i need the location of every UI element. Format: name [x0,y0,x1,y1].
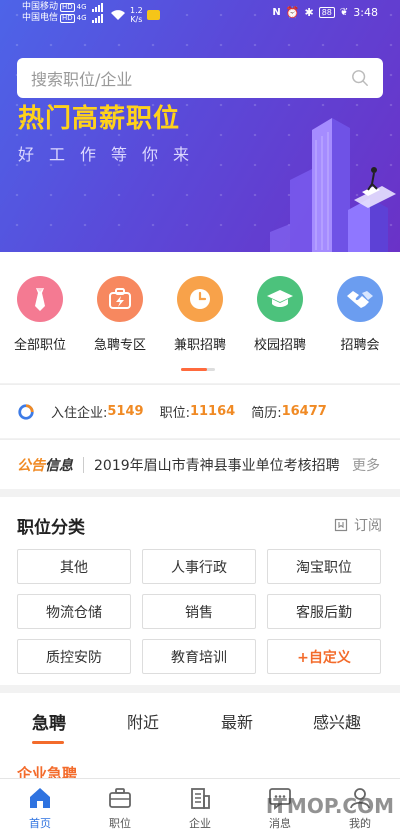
stats-bar: 入住企业: 5149 职位: 11164 简历: 16477 [0,384,400,438]
graduation-cap-icon [257,276,303,322]
job-category-item[interactable]: 客服后勤 [267,594,381,629]
briefcase-bolt-icon [97,276,143,322]
tab-urgent[interactable]: 急聘 [32,709,66,734]
custom-category-button[interactable]: +自定义 [267,639,381,674]
job-category-item[interactable]: 其他 [17,549,131,584]
notice-divider [83,456,84,473]
job-category-item[interactable]: 淘宝职位 [267,549,381,584]
tie-icon [17,276,63,322]
wifi-icon [111,10,125,20]
carrier-1: 中国移动 [22,2,59,12]
battery-icon: 88 [318,7,335,18]
category-urgent[interactable]: 急聘专区 [80,276,160,353]
category-part-time[interactable]: 兼职招聘 [160,276,240,353]
nav-label: 职位 [109,817,131,830]
stats-ring-icon [18,403,34,420]
net-speed-value: 1.2 [130,6,143,15]
clock-icon [177,276,223,322]
carrier-2: 中国电信 [22,13,59,23]
job-category-title: 职位分类 [17,518,85,538]
tab-nearby[interactable]: 附近 [127,709,159,733]
category-row: 全部职位 急聘专区 兼职招聘 校园招聘 招聘会 [0,252,400,383]
category-job-fair[interactable]: 招聘会 [320,276,400,353]
net-speed-unit: K/s [130,15,143,24]
notice-more-link[interactable]: 更多 [352,455,380,475]
watermark: ITMOP.COM [265,794,394,818]
alarm-icon: ⏰ [285,6,300,19]
status-bar: 中国移动 HD 4G 中国电信 HD 4G 1.2 K/s N ⏰ ✱ 88 ❦… [0,0,400,28]
hd-badge: HD [60,3,75,12]
nav-jobs[interactable]: 职位 [90,785,150,831]
job-category-item[interactable]: 人事行政 [142,549,256,584]
network-type: 4G [76,3,87,11]
subscribe-button[interactable]: 订阅 [334,515,382,535]
net-speed: 1.2 K/s [130,6,143,24]
network-type-2: 4G [76,14,87,22]
search-icon[interactable] [351,69,369,87]
job-tabs: 急聘 附近 最新 感兴趣 企业急聘 [0,693,400,783]
clock: 3:48 [353,6,378,19]
subscribe-label: 订阅 [354,518,382,534]
resume-count: 16477 [281,404,327,419]
nav-label: 企业 [189,817,211,830]
hd-badge-2: HD [60,14,75,23]
job-label: 职位: [159,406,190,421]
notification-icon [146,10,160,20]
search-input[interactable]: 搜索职位/企业 [31,66,351,90]
banner-subline: 好工作等你来 [18,145,205,164]
nav-label: 首页 [29,817,51,830]
job-category-item[interactable]: 销售 [142,594,256,629]
briefcase-icon [109,788,131,808]
network-info: 1.2 K/s [110,6,160,24]
nfc-icon: N [272,7,281,18]
carrier-info: 中国移动 HD 4G 中国电信 HD 4G [22,2,103,24]
handshake-icon [337,276,383,322]
job-category-item[interactable]: 质控安防 [17,639,131,674]
signal-icon [91,3,103,12]
home-icon [30,788,50,808]
notice-tag-b: 信息 [45,457,73,474]
system-status: N ⏰ ✱ 88 ❦ 3:48 [272,6,378,19]
nav-home[interactable]: 首页 [10,785,70,831]
job-category-grid: 其他 人事行政 淘宝职位 物流仓储 销售 客服后勤 质控安防 教育培训 +自定义 [17,549,383,674]
banner-headline: 热门高薪职位 [18,104,181,134]
nav-companies[interactable]: 企业 [170,785,230,831]
category-label: 急聘专区 [93,338,146,353]
notice-tag: 公告信息 [17,455,73,475]
tab-interested[interactable]: 感兴趣 [313,709,361,733]
category-campus[interactable]: 校园招聘 [240,276,320,353]
company-count: 5149 [107,404,144,419]
search-bar[interactable]: 搜索职位/企业 [17,58,383,98]
category-all-jobs[interactable]: 全部职位 [0,276,80,353]
notice-tag-a: 公告 [17,457,45,474]
page-indicator [181,368,215,371]
bluetooth-icon: ✱ [304,6,314,19]
job-category-panel: 职位分类 订阅 其他 人事行政 淘宝职位 物流仓储 销售 客服后勤 质控安防 教… [0,497,400,685]
notice-text[interactable]: 2019年眉山市青神县事业单位考核招聘 [94,455,346,475]
resume-label: 简历: [251,406,282,421]
tab-latest[interactable]: 最新 [221,709,253,733]
job-category-item[interactable]: 物流仓储 [17,594,131,629]
category-label: 全部职位 [13,338,66,353]
top-banner[interactable]: 搜索职位/企业 热门高薪职位 好工作等你来 [0,0,400,252]
signal-icon-2 [91,14,103,23]
category-label: 招聘会 [340,338,380,353]
city-illustration [270,118,396,252]
company-label: 入住企业: [51,406,108,421]
job-count: 11164 [189,404,236,419]
bookmark-icon [334,518,348,532]
category-label: 校园招聘 [253,338,306,353]
notice-bar[interactable]: 公告信息 2019年眉山市青神县事业单位考核招聘 更多 [0,439,400,489]
active-tab-indicator [32,741,64,744]
leaf-icon: ❦ [339,7,349,18]
building-icon [191,788,210,809]
job-category-item[interactable]: 教育培训 [142,639,256,674]
category-label: 兼职招聘 [173,338,226,353]
